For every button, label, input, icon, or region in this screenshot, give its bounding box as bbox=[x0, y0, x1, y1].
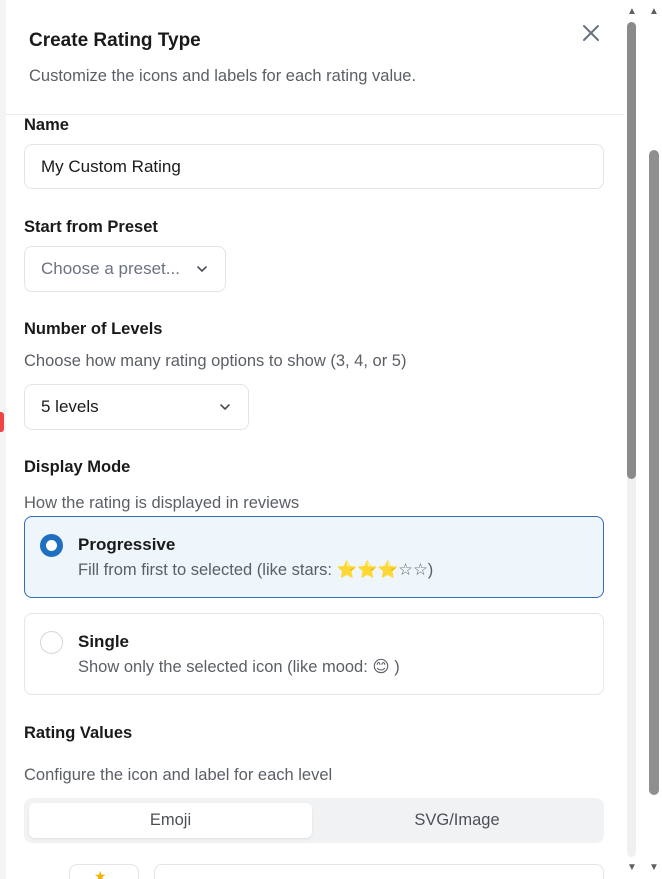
dialog-title: Create Rating Type bbox=[29, 30, 201, 51]
chevron-down-icon bbox=[220, 404, 230, 410]
dialog-subtitle: Customize the icons and labels for each … bbox=[29, 67, 417, 85]
page-scroll-down-arrow-icon[interactable]: ▼ bbox=[649, 862, 659, 873]
single-radio[interactable] bbox=[40, 631, 63, 654]
levels-help: Choose how many rating options to show (… bbox=[24, 352, 407, 370]
page-scroll-up-arrow-icon[interactable]: ▲ bbox=[649, 6, 659, 17]
levels-select[interactable]: 5 levels bbox=[24, 384, 249, 430]
dialog-header: Create Rating Type Customize the icons a… bbox=[6, 0, 624, 115]
preset-select-value: Choose a preset... bbox=[41, 259, 180, 278]
display-mode-option-progressive[interactable]: Progressive Fill from first to selected … bbox=[24, 516, 604, 598]
option-title: Single bbox=[78, 632, 130, 651]
levels-select-value: 5 levels bbox=[41, 397, 99, 416]
name-input[interactable]: My Custom Rating bbox=[24, 144, 604, 189]
tab-svg-image[interactable]: SVG/Image bbox=[314, 803, 600, 838]
close-button[interactable] bbox=[578, 20, 604, 46]
create-rating-type-dialog: Create Rating Type Customize the icons a… bbox=[6, 0, 624, 879]
chevron-down-icon bbox=[197, 266, 207, 272]
page-scroll-thumb[interactable] bbox=[649, 150, 659, 795]
level-label-input[interactable] bbox=[154, 864, 604, 879]
preset-select[interactable]: Choose a preset... bbox=[24, 246, 226, 292]
scroll-up-arrow-icon[interactable]: ▲ bbox=[627, 6, 637, 17]
rating-values-help: Configure the icon and label for each le… bbox=[24, 766, 333, 784]
levels-label: Number of Levels bbox=[24, 320, 163, 338]
close-icon bbox=[583, 25, 599, 41]
progressive-radio[interactable] bbox=[40, 534, 63, 557]
display-mode-label: Display Mode bbox=[24, 458, 131, 476]
tab-emoji[interactable]: Emoji bbox=[29, 803, 312, 838]
scroll-down-arrow-icon[interactable]: ▼ bbox=[627, 862, 637, 873]
preset-label: Start from Preset bbox=[24, 218, 158, 236]
name-label: Name bbox=[24, 116, 69, 134]
option-title: Progressive bbox=[78, 535, 176, 554]
icon-type-tabs: Emoji SVG/Image bbox=[24, 798, 604, 843]
backdrop-badge bbox=[0, 412, 4, 432]
rating-values-label: Rating Values bbox=[24, 724, 133, 742]
star-icon: ★ bbox=[94, 868, 107, 879]
display-mode-help: How the rating is displayed in reviews bbox=[24, 494, 300, 512]
scrollbar-area: ▲ ▼ ▲ ▼ bbox=[624, 0, 662, 879]
display-mode-option-single[interactable]: Single Show only the selected icon (like… bbox=[24, 613, 604, 695]
option-description: Show only the selected icon (like mood: … bbox=[78, 658, 400, 676]
inner-scroll-thumb[interactable] bbox=[627, 22, 636, 479]
option-description: Fill from first to selected (like stars:… bbox=[78, 561, 434, 579]
